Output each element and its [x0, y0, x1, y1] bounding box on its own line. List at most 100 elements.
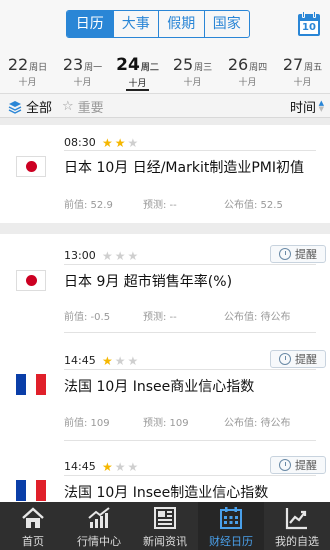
alarm-clock-icon — [279, 459, 291, 471]
actual-value: 公布值: 待公布 — [224, 312, 291, 323]
date-month: 十月 — [73, 78, 92, 88]
actual-value: 公布值: 52.5 — [224, 200, 283, 211]
calendar-day-number: 10 — [300, 21, 318, 34]
nav-calendar-label: 财经日历 — [209, 535, 253, 548]
nav-market[interactable]: 行情中心 — [66, 502, 132, 550]
tab-holidays[interactable]: 假期 — [158, 11, 204, 37]
star-filled-icon: ★ — [102, 460, 113, 474]
forecast-value: 预测: -- — [143, 312, 177, 323]
date-weekday: 周二 — [140, 63, 159, 73]
star-outline-icon: ☆ — [62, 99, 74, 114]
date-day: 22 — [7, 55, 29, 74]
event-title: 日本 10月 日经/Markit制造业PMI初值 — [64, 160, 304, 176]
japan-flag-icon — [16, 156, 46, 177]
date-item[interactable]: 25周三 十月 — [165, 48, 220, 93]
remind-button[interactable]: 提醒 — [270, 350, 326, 368]
date-item-selected[interactable]: 24周二 十月 — [110, 48, 165, 93]
nav-watchlist-label: 我的自选 — [275, 535, 319, 548]
sort-time-label: 时间 — [289, 101, 316, 116]
nav-calendar[interactable]: 财经日历 — [198, 502, 264, 550]
remind-label: 提醒 — [295, 248, 317, 261]
date-month: 十月 — [293, 78, 312, 88]
remind-button[interactable]: 提醒 — [270, 456, 326, 474]
filter-all-button[interactable]: 全部 — [8, 97, 52, 116]
event-time: 14:45 — [64, 354, 96, 367]
star-filled-icon: ★ — [102, 354, 113, 368]
star-empty-icon: ★ — [127, 460, 139, 474]
star-empty-icon: ★ — [114, 249, 126, 263]
star-empty-icon: ★ — [114, 354, 126, 368]
nav-news[interactable]: 新闻资讯 — [132, 502, 198, 550]
date-day: 23 — [62, 55, 84, 74]
star-filled-icon: ★ — [114, 136, 126, 150]
date-item[interactable]: 23周一 十月 — [55, 48, 110, 93]
event-card[interactable]: 14:45 ★ ★ ★ 提醒 法国 10月 Insee制造业信心指数 — [0, 440, 330, 502]
importance-stars: ★ ★ ★ — [102, 137, 140, 149]
home-icon — [22, 507, 44, 528]
sort-by-time-button[interactable]: 时间 — [290, 97, 316, 116]
forecast-value: 预测: 109 — [143, 418, 189, 429]
date-item[interactable]: 26周四 十月 — [220, 48, 275, 93]
sort-arrows-icon: ▲ ▼ — [318, 99, 324, 113]
filter-important-button[interactable]: ☆ 重要 — [62, 97, 104, 116]
date-item[interactable]: 22周日 十月 — [0, 48, 55, 93]
tab-major-events[interactable]: 大事 — [112, 11, 159, 37]
importance-stars: ★ ★ ★ — [102, 355, 140, 367]
remind-label: 提醒 — [295, 353, 317, 366]
previous-value: 前值: 52.9 — [64, 200, 113, 211]
filter-all-label: 全部 — [26, 101, 53, 116]
event-time: 08:30 — [64, 136, 96, 149]
event-time: 14:45 — [64, 460, 96, 473]
star-empty-icon: ★ — [127, 136, 139, 150]
nav-watchlist[interactable]: 我的自选 — [264, 502, 330, 550]
layers-icon — [8, 100, 22, 114]
japan-flag-icon — [16, 270, 46, 291]
event-card[interactable]: 13:00 ★ ★ ★ 提醒 日本 9月 超市销售年率(%) 前值: -0.5 … — [0, 234, 330, 332]
date-day: 24 — [116, 55, 140, 75]
star-empty-icon: ★ — [127, 249, 139, 263]
importance-stars: ★ ★ ★ — [102, 461, 140, 473]
remind-button[interactable]: 提醒 — [270, 245, 326, 263]
tab-countries[interactable]: 国家 — [203, 11, 250, 37]
view-segmented-control: 日历 大事 假期 国家 — [66, 10, 250, 38]
remind-label: 提醒 — [295, 459, 317, 472]
nav-market-label: 行情中心 — [77, 535, 121, 548]
star-filled-icon: ★ — [102, 136, 113, 150]
tab-calendar[interactable]: 日历 — [67, 11, 113, 37]
date-day: 27 — [282, 55, 304, 74]
star-empty-icon: ★ — [102, 249, 113, 263]
date-month: 十月 — [126, 79, 149, 91]
event-card[interactable]: 08:30 ★ ★ ★ 日本 10月 日经/Markit制造业PMI初值 前值:… — [0, 125, 330, 223]
nav-home-label: 首页 — [22, 535, 44, 548]
france-flag-icon — [16, 374, 46, 395]
news-icon — [154, 507, 176, 529]
date-picker-button[interactable]: 10 — [298, 11, 320, 36]
event-title: 法国 10月 Insee制造业信心指数 — [64, 485, 269, 501]
date-month: 十月 — [18, 78, 37, 88]
forecast-value: 预测: -- — [143, 200, 177, 211]
date-month: 十月 — [183, 78, 202, 88]
star-empty-icon: ★ — [127, 354, 139, 368]
event-title: 日本 9月 超市销售年率(%) — [64, 274, 233, 290]
calendar-icon — [220, 507, 242, 529]
date-day: 25 — [172, 55, 194, 74]
date-strip: 22周日 十月 23周一 十月 24周二 十月 25周三 十月 26周四 十月 … — [0, 48, 330, 94]
date-weekday: 周一 — [84, 63, 103, 73]
previous-value: 前值: -0.5 — [64, 312, 111, 323]
market-chart-icon — [88, 507, 110, 528]
nav-home[interactable]: 首页 — [0, 502, 66, 550]
actual-value: 公布值: 待公布 — [224, 418, 291, 429]
date-month: 十月 — [238, 78, 257, 88]
event-time: 13:00 — [64, 249, 96, 262]
alarm-clock-icon — [279, 248, 291, 260]
date-weekday: 周四 — [249, 63, 268, 73]
event-title: 法国 10月 Insee商业信心指数 — [64, 379, 255, 395]
event-card[interactable]: 14:45 ★ ★ ★ 提醒 法国 10月 Insee商业信心指数 前值: 10… — [0, 332, 330, 440]
filter-bar: 全部 ☆ 重要 时间 ▲ ▼ — [0, 94, 330, 118]
date-weekday: 周五 — [304, 63, 323, 73]
nav-news-label: 新闻资讯 — [143, 535, 187, 548]
date-weekday: 周日 — [29, 63, 48, 73]
date-day: 26 — [227, 55, 249, 74]
alarm-clock-icon — [279, 353, 291, 365]
date-item[interactable]: 27周五 十月 — [275, 48, 330, 93]
